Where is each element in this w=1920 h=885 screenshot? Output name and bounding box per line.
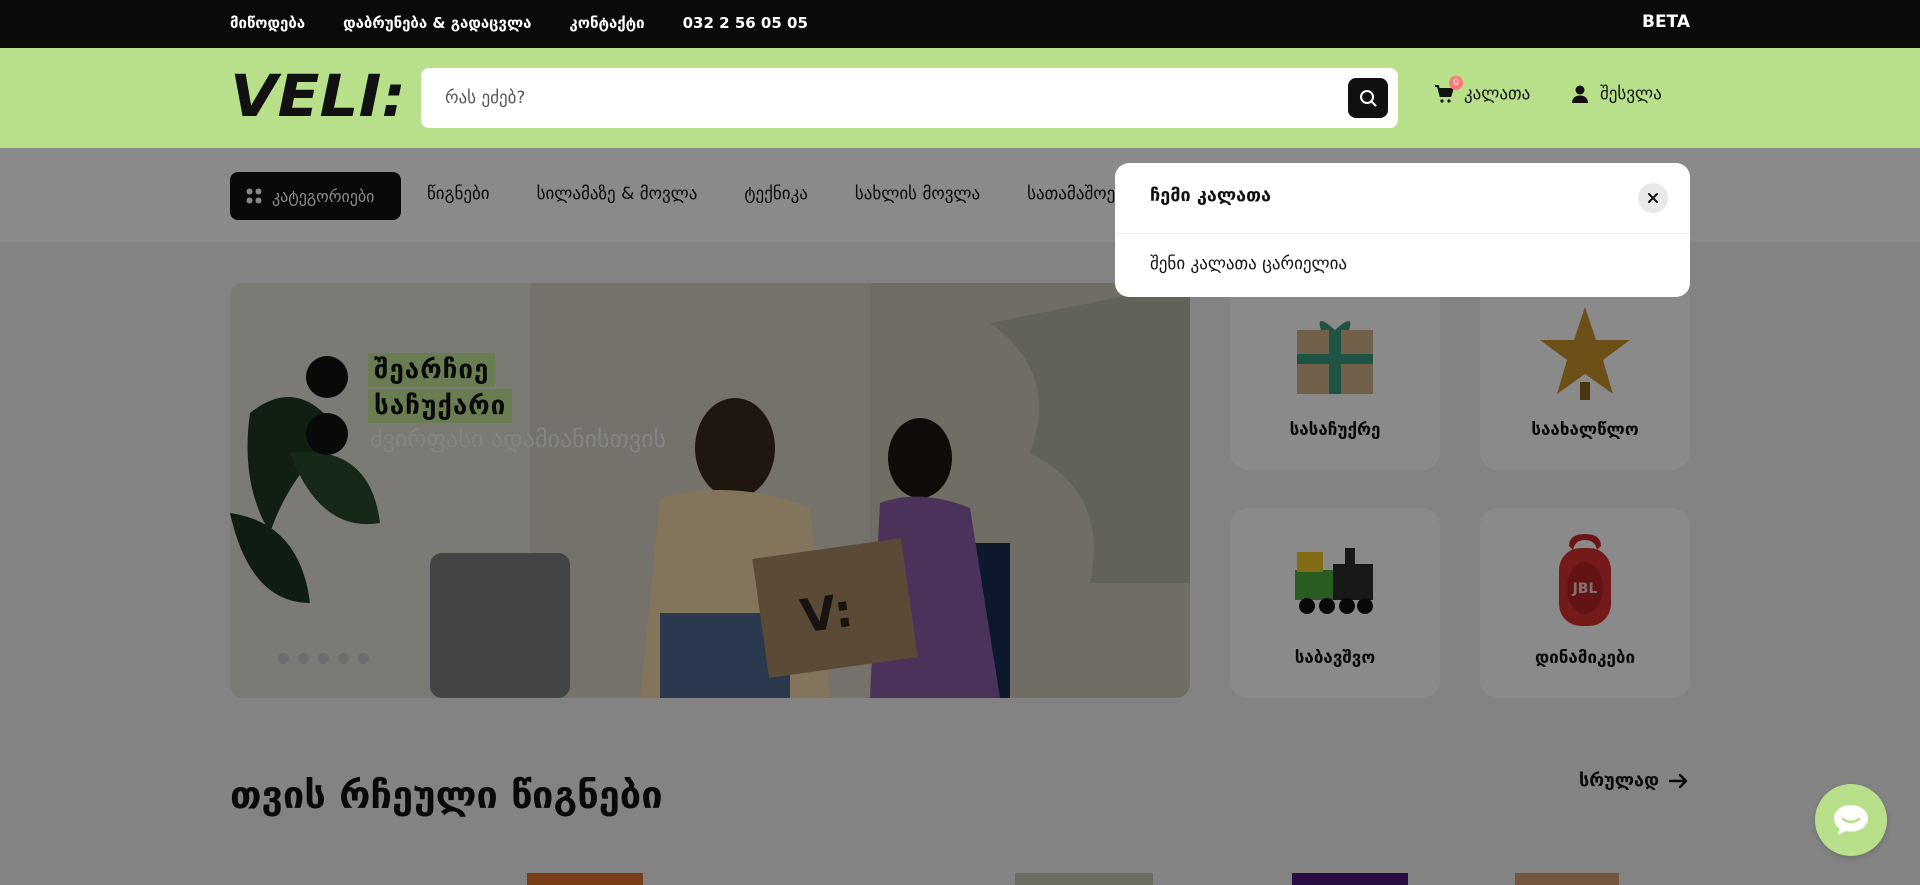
veli-logo[interactable]: VELI: <box>230 70 406 122</box>
beta-label: BETA <box>1641 12 1690 32</box>
close-button[interactable] <box>1638 183 1668 213</box>
chat-bubble-icon <box>1834 805 1868 835</box>
contact-link[interactable]: კონტაქტი <box>569 14 644 32</box>
search-button[interactable] <box>1348 78 1388 118</box>
search-input[interactable] <box>445 68 1325 128</box>
login-label: შესვლა <box>1600 84 1662 104</box>
cart-icon-wrap: 0 <box>1434 76 1463 104</box>
delivery-link[interactable]: მიწოდება <box>230 14 305 32</box>
cart-count-badge: 0 <box>1449 76 1463 90</box>
cart-label: კალათა <box>1464 84 1531 104</box>
logo-text: VELI: <box>230 70 406 122</box>
cart-button[interactable]: 0 კალათა <box>1434 76 1531 104</box>
returns-link[interactable]: დაბრუნება & გადაცვლა <box>343 14 531 32</box>
divider <box>1115 233 1690 234</box>
login-button[interactable]: შესვლა <box>1572 84 1662 104</box>
cart-popup: ჩემი კალათა შენი კალათა ცარიელია <box>1115 163 1690 297</box>
phone-link[interactable]: 032 2 56 05 05 <box>683 14 808 32</box>
top-links: მიწოდება დაბრუნება & გადაცვლა კონტაქტი 0… <box>230 14 808 32</box>
cart-empty-message: შენი კალათა ცარიელია <box>1150 254 1348 274</box>
search-bar <box>421 68 1398 128</box>
user-icon <box>1572 85 1588 103</box>
top-bar: მიწოდება დაბრუნება & გადაცვლა კონტაქტი 0… <box>0 0 1920 48</box>
chat-button[interactable] <box>1815 784 1887 856</box>
header: VELI: 0 კალათა შესვლა <box>0 48 1920 148</box>
search-icon <box>1360 90 1377 107</box>
close-icon <box>1648 193 1658 203</box>
cart-popup-title: ჩემი კალათა <box>1150 185 1271 206</box>
